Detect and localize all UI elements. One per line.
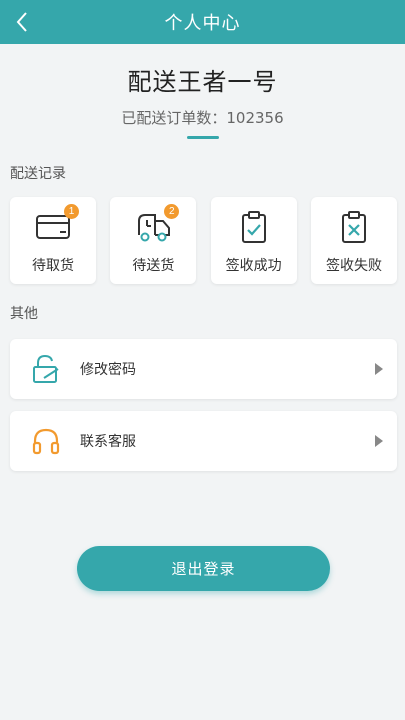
- card-icon-wrap: 1: [33, 204, 79, 245]
- row-icon-wrap: [26, 354, 66, 384]
- delivered-orders-count: 102356: [226, 109, 284, 127]
- app-header: 个人中心: [0, 0, 405, 44]
- delivery-records: 1 待取货 2 待送货 签收成功 签收失败: [10, 197, 397, 284]
- card-label: 待取货: [32, 258, 74, 274]
- courier-name: 配送王者一号: [127, 68, 278, 96]
- card-signed-success[interactable]: 签收成功: [210, 197, 297, 284]
- clipboard-x-icon: [341, 211, 366, 243]
- card-icon-wrap: [234, 209, 274, 245]
- caret-right-icon: [375, 435, 383, 447]
- logout-button[interactable]: 退出登录: [77, 546, 330, 591]
- card-signed-failed[interactable]: 签收失败: [310, 197, 397, 284]
- badge-pending-delivery: 2: [164, 204, 180, 219]
- badge-pending-pickup: 1: [64, 204, 79, 219]
- page-title: 个人中心: [164, 13, 241, 34]
- clipboard-check-icon: [241, 211, 266, 243]
- row-icon-wrap: [26, 426, 66, 456]
- contact-support-row[interactable]: 联系客服: [10, 411, 397, 471]
- card-pending-pickup[interactable]: 1 待取货: [10, 197, 96, 284]
- box-icon: [36, 215, 70, 239]
- title-underline: [186, 136, 219, 139]
- change-password-row[interactable]: 修改密码: [10, 339, 397, 399]
- headphones-icon: [32, 428, 60, 455]
- delivered-orders-label: 已配送订单数：: [121, 109, 227, 127]
- caret-right-icon: [375, 363, 383, 375]
- section-label-records: 配送记录: [10, 166, 66, 182]
- card-pending-delivery[interactable]: 2 待送货: [110, 197, 197, 284]
- card-icon-wrap: [334, 209, 374, 245]
- delivered-orders: 已配送订单数：102356: [0, 107, 405, 128]
- card-label: 签收成功: [225, 258, 282, 274]
- section-label-others: 其他: [10, 306, 38, 322]
- profile-summary: 配送王者一号 已配送订单数：102356: [0, 62, 405, 139]
- chevron-left-icon: [16, 12, 27, 32]
- row-label: 修改密码: [80, 362, 136, 378]
- row-label: 联系客服: [80, 434, 136, 450]
- card-label: 签收失败: [325, 258, 382, 274]
- card-icon-wrap: 2: [133, 204, 180, 245]
- back-button[interactable]: [8, 8, 36, 36]
- unlock-icon: [33, 354, 59, 383]
- card-label: 待送货: [132, 258, 175, 274]
